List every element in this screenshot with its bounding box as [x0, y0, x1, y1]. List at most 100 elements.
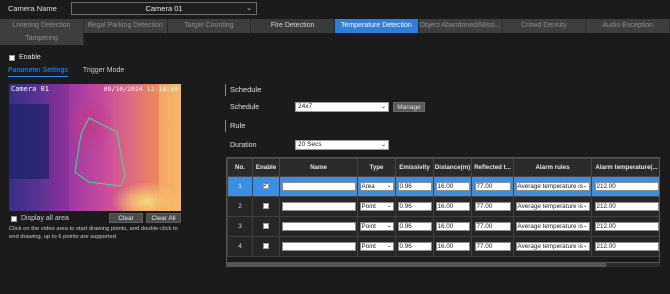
alarm-temperature-input[interactable]: 212.00: [594, 222, 659, 231]
alarm-temperature-cell: 212.00: [591, 176, 659, 197]
alarm-rule-select[interactable]: Average temperature is ⌄: [515, 202, 590, 211]
row-enable-checkbox[interactable]: [263, 242, 269, 249]
clear-button[interactable]: Clear: [109, 213, 143, 223]
alarm-rule-select[interactable]: Average temperature is ⌄: [515, 242, 590, 251]
reflected-temperature-input[interactable]: 77.00: [474, 242, 511, 251]
camera-select[interactable]: Camera 01 ⌄: [71, 2, 257, 15]
display-all-checkbox[interactable]: [11, 215, 17, 222]
alarm-temperature-cell: 212.00: [591, 236, 659, 257]
distance-cell: 16.00: [433, 236, 472, 257]
tab-row-1: Loitering Detection Illegal Parking Detec…: [0, 19, 670, 33]
camera-name-label: Camera Name: [8, 4, 57, 13]
row-number: 1: [227, 176, 253, 197]
name-input[interactable]: [281, 182, 356, 191]
alarm-rule-cell: Average temperature is ⌄: [513, 216, 592, 237]
reflected-temperature-input[interactable]: 77.00: [474, 222, 511, 231]
type-select[interactable]: Point ⌄: [359, 202, 394, 211]
tab-trigger-mode[interactable]: Trigger Mode: [83, 67, 124, 77]
row-enable-checkbox[interactable]: [263, 181, 269, 189]
name-input[interactable]: [281, 242, 356, 251]
duration-select[interactable]: 20 Secs ⌄: [295, 140, 389, 150]
distance-input[interactable]: 16.00: [435, 202, 470, 211]
chevron-down-icon: ⌄: [386, 243, 392, 250]
tab-audio-exception[interactable]: Audio Exception: [586, 19, 670, 33]
table-row[interactable]: 1 Area ⌄ 0.9616.00 77.00 Average temperature …: [227, 176, 659, 197]
type-select[interactable]: Point ⌄: [359, 242, 394, 251]
enable-label: Enable: [19, 54, 41, 61]
distance-input[interactable]: 16.00: [435, 242, 470, 251]
alarm-rule-value: Average temperature is: [517, 203, 583, 210]
enable-cell: [252, 236, 280, 257]
emissivity-cell: 0.96: [395, 236, 434, 257]
display-all-area-toggle[interactable]: Display all area: [11, 215, 69, 222]
clear-all-button[interactable]: Clear All: [146, 213, 181, 223]
alarm-rule-value: Average temperature is: [517, 183, 583, 190]
alarm-temperature-input[interactable]: 212.00: [594, 202, 659, 211]
enable-cell: [252, 176, 280, 197]
alarm-temperature-input[interactable]: 212.00: [594, 242, 659, 251]
tab-illegal-parking-detection[interactable]: Illegal Parking Detection: [83, 19, 168, 33]
enable-checkbox[interactable]: [9, 54, 15, 61]
tab-tampering[interactable]: Tampering: [0, 33, 84, 45]
chevron-down-icon: ⌄: [582, 183, 588, 190]
manage-button[interactable]: Manage: [393, 102, 425, 112]
horizontal-scrollbar[interactable]: [226, 263, 660, 267]
column-header: Distance(m): [433, 158, 472, 177]
enable-cell: [252, 196, 280, 217]
alarm-temperature-cell: 212.00: [591, 216, 659, 237]
rules-table: No. Enable Name Type Emissivity Distance(m) Re…: [226, 157, 660, 263]
schedule-select[interactable]: 24x7 ⌄: [295, 102, 389, 112]
chevron-down-icon: ⌄: [386, 203, 392, 210]
distance-input[interactable]: 16.00: [435, 222, 470, 231]
camera-select-value: Camera 01: [145, 4, 183, 13]
chevron-down-icon: ⌄: [380, 104, 386, 110]
scrollbar-thumb[interactable]: [226, 263, 606, 267]
alarm-rule-select[interactable]: Average temperature is ⌄: [515, 222, 590, 231]
type-select[interactable]: Area ⌄: [359, 182, 394, 191]
type-value: Point: [361, 203, 376, 210]
tab-object-abandoned-missi[interactable]: Object Abandoned/Missi...: [418, 19, 503, 33]
table-row[interactable]: 3 Point ⌄ 0.96 16.00 77.00 Average temperature…: [227, 216, 659, 237]
schedule-label: Schedule: [230, 104, 260, 111]
tab-fire-detection[interactable]: Fire Detection: [251, 19, 335, 33]
type-value: Area: [361, 183, 375, 190]
name-input[interactable]: [281, 222, 356, 231]
emissivity-input[interactable]: 0.96: [397, 182, 432, 191]
name-input[interactable]: [281, 202, 356, 211]
emissivity-input[interactable]: 0.96: [397, 222, 432, 231]
column-header: Type: [357, 158, 396, 177]
camera-row: Camera Name Camera 01 ⌄: [0, 0, 670, 17]
alarm-rule-cell: Average temperature is ⌄: [513, 176, 592, 197]
enable-toggle[interactable]: Enable: [9, 54, 41, 61]
tab-crowd-density[interactable]: Crowd Density: [502, 19, 587, 33]
type-select[interactable]: Point ⌄: [359, 222, 394, 231]
schedule-section-title: Schedule: [225, 84, 261, 96]
emissivity-input[interactable]: 0.96: [397, 202, 432, 211]
tab-temperature-detection[interactable]: Temperature Detection: [335, 19, 419, 33]
alarm-rule-value: Average temperature is: [517, 243, 583, 250]
thermal-video-view[interactable]: Camera 01 09/10/2024 12:18:59: [9, 84, 181, 211]
table-row[interactable]: 2 Point ⌄ 0.96 16.00 77.00 Average temperature…: [227, 196, 659, 217]
reflected-temperature-input[interactable]: 77.00: [474, 182, 511, 191]
enable-cell: [252, 216, 280, 237]
type-cell: Area ⌄: [357, 176, 396, 197]
tab-parameter-settings[interactable]: Parameter Settings: [8, 67, 68, 77]
detection-tabs: Loitering Detection Illegal Parking Detec…: [0, 19, 670, 45]
row-enable-checkbox[interactable]: [263, 202, 269, 209]
alarm-temperature-input[interactable]: 212.00: [594, 182, 659, 191]
chevron-down-icon: ⌄: [582, 203, 588, 210]
table-row[interactable]: 4 Point ⌄ 0.96 16.00 77.00 Average temperature…: [227, 236, 659, 257]
alarm-rule-select[interactable]: Average temperature is ⌄: [515, 182, 590, 191]
reflected-temperature-input[interactable]: 77.00: [474, 202, 511, 211]
name-cell: [279, 236, 358, 257]
emissivity-cell: 0.96: [395, 196, 434, 217]
emissivity-input[interactable]: 0.96: [397, 242, 432, 251]
alarm-rule-value: Average temperature is: [517, 223, 583, 230]
alarm-temperature-cell: 212.00: [591, 196, 659, 217]
tab-target-counting[interactable]: Target Counting: [167, 19, 252, 33]
row-enable-checkbox[interactable]: [263, 222, 269, 229]
chevron-down-icon: ⌄: [582, 223, 588, 230]
column-header: No.: [227, 158, 253, 177]
tab-loitering-detection[interactable]: Loitering Detection: [0, 19, 84, 33]
distance-input[interactable]: 16.00: [435, 182, 470, 191]
